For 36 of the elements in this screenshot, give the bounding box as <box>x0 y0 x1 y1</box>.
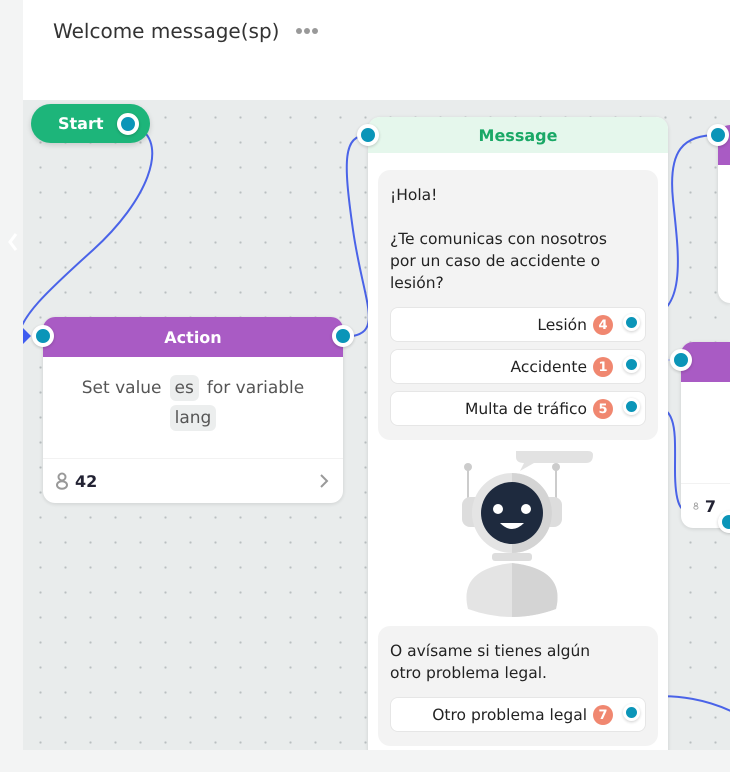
connector-port[interactable] <box>707 124 729 146</box>
action-text: Set value <box>82 377 162 400</box>
reply-button[interactable]: Lesión 4 <box>390 307 646 342</box>
connector-port[interactable] <box>357 124 379 146</box>
connector-port[interactable] <box>623 398 640 415</box>
connector-port[interactable] <box>623 704 640 721</box>
port-arrow-icon <box>23 328 31 344</box>
reply-button[interactable]: Accidente 1 <box>390 349 646 384</box>
connector-port[interactable] <box>332 325 354 347</box>
connector-port[interactable] <box>670 349 692 371</box>
message-node[interactable]: Message ¡Hola! ¿Te comunicas con nosotros por un caso de accidente o lesión? Lesión 4 Accidente 1 Multa de tráfico 5 O avísame si tienes algún otro problema legal. Otro problema legal 7 <box>368 117 668 750</box>
visitor-count: 42 <box>75 472 98 490</box>
reply-button[interactable]: Otro problema legal 7 <box>390 697 646 732</box>
chevron-right-icon[interactable] <box>319 473 329 489</box>
action-node[interactable]: 7 <box>681 342 730 528</box>
flow-title: Welcome message(sp) <box>53 18 280 45</box>
action-node[interactable]: Action Set value es for variable lang 42 <box>43 317 343 503</box>
reply-button[interactable]: Multa de tráfico 5 <box>390 391 646 426</box>
count-badge: 5 <box>593 399 613 419</box>
action-text: for variable <box>206 377 304 400</box>
node-header: Action <box>43 317 343 357</box>
connector-port[interactable] <box>623 314 640 331</box>
variable-chip: lang <box>170 405 216 431</box>
node-header: Message <box>368 117 668 153</box>
message-text: O avísame si tienes algún otro problema legal. <box>390 641 592 684</box>
variable-chip: es <box>170 375 199 401</box>
person-icon <box>55 472 69 490</box>
count-badge: 1 <box>593 357 613 377</box>
count-badge: 7 <box>593 705 613 725</box>
more-options-icon[interactable] <box>295 27 320 35</box>
connector-port[interactable] <box>623 356 640 373</box>
count-badge: 4 <box>593 315 613 335</box>
connector-port[interactable] <box>32 325 54 347</box>
visitor-count: 7 <box>704 496 716 516</box>
message-text: ¡Hola! ¿Te comunicas con nosotros por un caso de accidente o lesión? <box>390 185 608 294</box>
action-node[interactable] <box>718 125 730 303</box>
